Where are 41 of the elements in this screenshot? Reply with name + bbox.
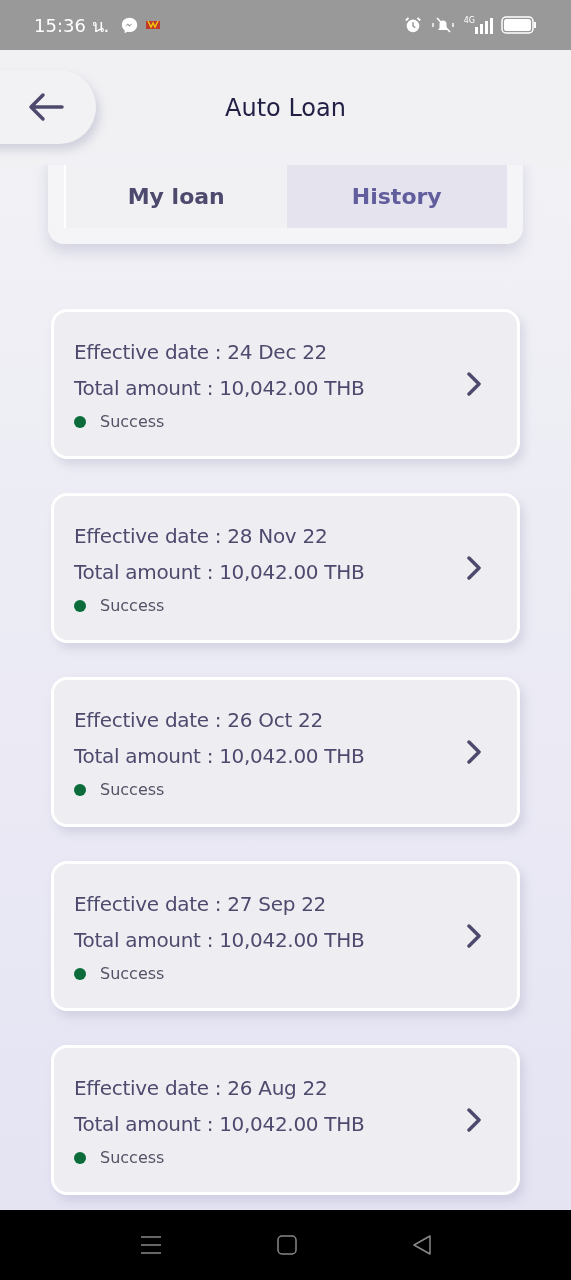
app-icon [146,19,161,31]
effective-date: Effective date : 26 Oct 22 [74,707,324,734]
chevron-right-icon [467,1108,481,1132]
tab[interactable]: My loan [64,165,287,228]
chevron-right-icon [467,556,481,580]
alarm-icon [403,16,422,34]
total-amount: Total amount : 10,042.00 THB [74,1111,366,1138]
effective-date: Effective date : 24 Dec 22 [74,339,328,366]
loan-card[interactable]: Effective date : 26 Aug 22 Total amount : 10,042.00 THB Success [51,1045,520,1195]
tab[interactable]: History [286,165,507,228]
chevron-right-icon [467,740,481,764]
loan-card[interactable]: Effective date : 27 Sep 22 Total amount : 10,042.00 THB Success [51,861,520,1011]
total-amount: Total amount : 10,042.00 THB [74,559,366,586]
effective-date: Effective date : 28 Nov 22 [74,523,329,550]
total-amount: Total amount : 10,042.00 THB [74,375,366,402]
signal-icon [475,17,493,34]
chevron-right-icon [467,372,481,396]
messenger-icon [121,16,139,34]
status-time: 15:36 น. [34,13,110,38]
page-title: Auto Loan [225,92,346,124]
status-label: Success [100,963,165,985]
back-triangle-icon[interactable] [411,1235,432,1255]
effective-date: Effective date : 26 Aug 22 [74,1075,329,1102]
loan-card[interactable]: Effective date : 28 Nov 22 Total amount : 10,042.00 THB Success [51,493,520,643]
chevron-right-icon [467,924,481,948]
mute-icon [429,16,456,34]
status-label: Success [100,411,165,433]
loan-card[interactable]: Effective date : 26 Oct 22 Total amount : 10,042.00 THB Success [51,677,520,827]
loan-card[interactable]: Effective date : 24 Dec 22 Total amount : 10,042.00 THB Success [51,309,520,459]
status-label: Success [100,779,165,801]
status-label: Success [100,1147,165,1169]
battery-icon [501,16,537,34]
back-arrow-icon [28,92,64,122]
total-amount: Total amount : 10,042.00 THB [74,927,366,954]
effective-date: Effective date : 27 Sep 22 [74,891,327,918]
status-label: Success [100,595,165,617]
menu-icon[interactable] [139,1235,162,1255]
total-amount: Total amount : 10,042.00 THB [74,743,366,770]
network-type: 4G [463,16,475,25]
home-square-icon[interactable] [276,1235,297,1255]
back-button[interactable] [0,70,96,144]
